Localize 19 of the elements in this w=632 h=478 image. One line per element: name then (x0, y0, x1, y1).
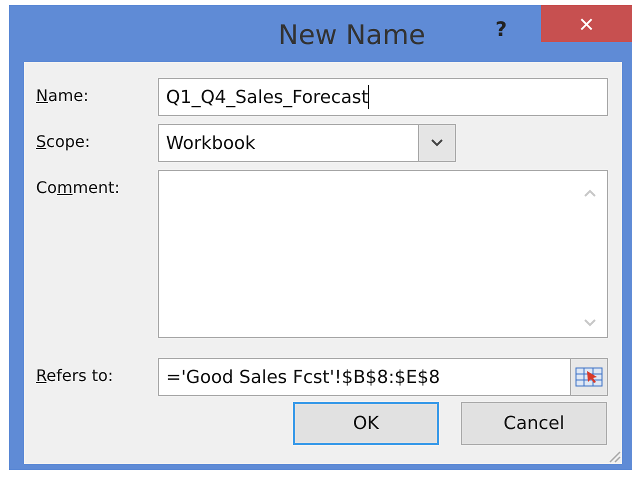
field-label: Name: (36, 85, 90, 105)
help-button[interactable]: ? (495, 15, 507, 43)
dialog-button[interactable]: Cancel (461, 402, 607, 445)
refers-to-field[interactable]: ='Good Sales Fcst'!$B$8:$E$8 (158, 358, 608, 396)
comment-field[interactable] (158, 170, 608, 338)
range-select-icon (575, 366, 603, 388)
window-title: New Name (278, 20, 426, 51)
dialog-button[interactable]: OK (293, 402, 439, 445)
scroll-down-icon[interactable] (584, 319, 596, 327)
field-label: Scope: (36, 131, 92, 151)
name-field[interactable]: Q1_Q4_Sales_Forecast (158, 78, 608, 116)
field-label: Refers to: (36, 365, 114, 385)
collapse-dialog-button[interactable] (570, 359, 607, 395)
scroll-up-icon[interactable] (584, 189, 596, 197)
field-label: Comment: (36, 177, 121, 197)
scope-dropdown[interactable]: Workbook (158, 124, 456, 162)
resize-grip-icon[interactable] (607, 449, 621, 463)
chevron-down-icon (431, 139, 443, 147)
close-button[interactable]: × (541, 5, 632, 42)
